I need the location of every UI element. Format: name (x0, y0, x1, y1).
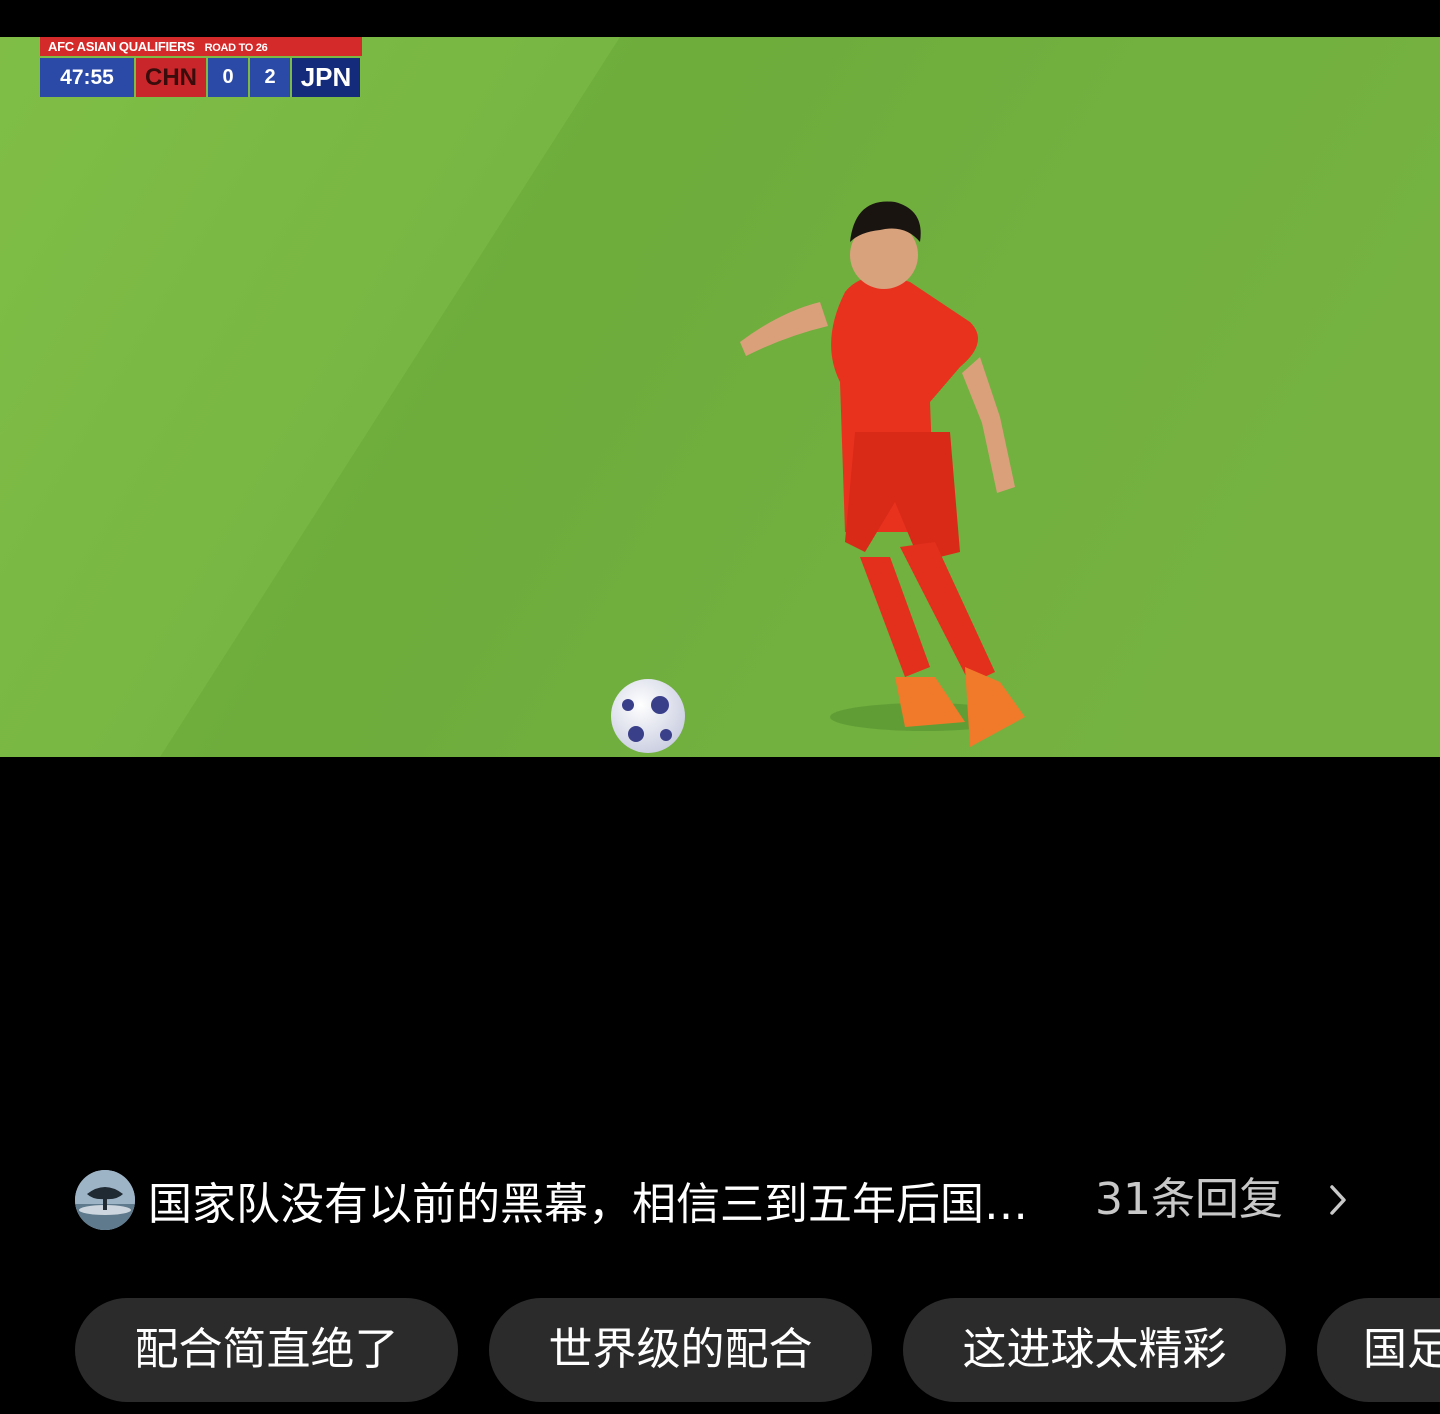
match-scorebug: AFC ASIAN QUALIFIERS ROAD TO 26 47:55 CHN… (40, 37, 362, 97)
soccer-ball (611, 679, 685, 753)
home-team: CHN (136, 58, 206, 97)
quick-reply-chip[interactable]: 配合简直绝了 (75, 1298, 458, 1402)
video-player[interactable]: AFC ASIAN QUALIFIERS ROAD TO 26 47:55 CHN… (0, 37, 1440, 757)
top-comment[interactable]: 国家队没有以前的黑幕，相信三到五年后国足一定能进世界杯 31条回复 (75, 1168, 1365, 1232)
avatar[interactable] (75, 1170, 135, 1230)
competition-name: AFC ASIAN QUALIFIERS (48, 39, 195, 54)
quick-reply-chip[interactable]: 世界级的配合 (489, 1298, 872, 1402)
scorebug-competition: AFC ASIAN QUALIFIERS ROAD TO 26 (40, 37, 362, 56)
quick-reply-chips: 配合简直绝了 世界级的配合 这进球太精彩 国足 (75, 1298, 1440, 1402)
match-frame-image (0, 37, 1440, 757)
quick-reply-chip[interactable]: 国足 (1317, 1298, 1440, 1402)
tree-landscape-avatar-icon (75, 1170, 135, 1230)
away-team: JPN (292, 58, 360, 97)
match-clock: 47:55 (40, 58, 134, 97)
quick-reply-chip[interactable]: 这进球太精彩 (903, 1298, 1286, 1402)
scorebug-row: 47:55 CHN 0 2 JPN (40, 58, 362, 97)
competition-round: ROAD TO 26 (204, 42, 268, 54)
away-score: 2 (250, 58, 290, 97)
comment-text[interactable]: 国家队没有以前的黑幕，相信三到五年后国足一定能进世界杯 (148, 1168, 1048, 1232)
reply-count-link[interactable]: 31条回复 (1095, 1168, 1283, 1232)
chevron-right-icon[interactable] (1325, 1182, 1351, 1218)
home-score: 0 (208, 58, 248, 97)
